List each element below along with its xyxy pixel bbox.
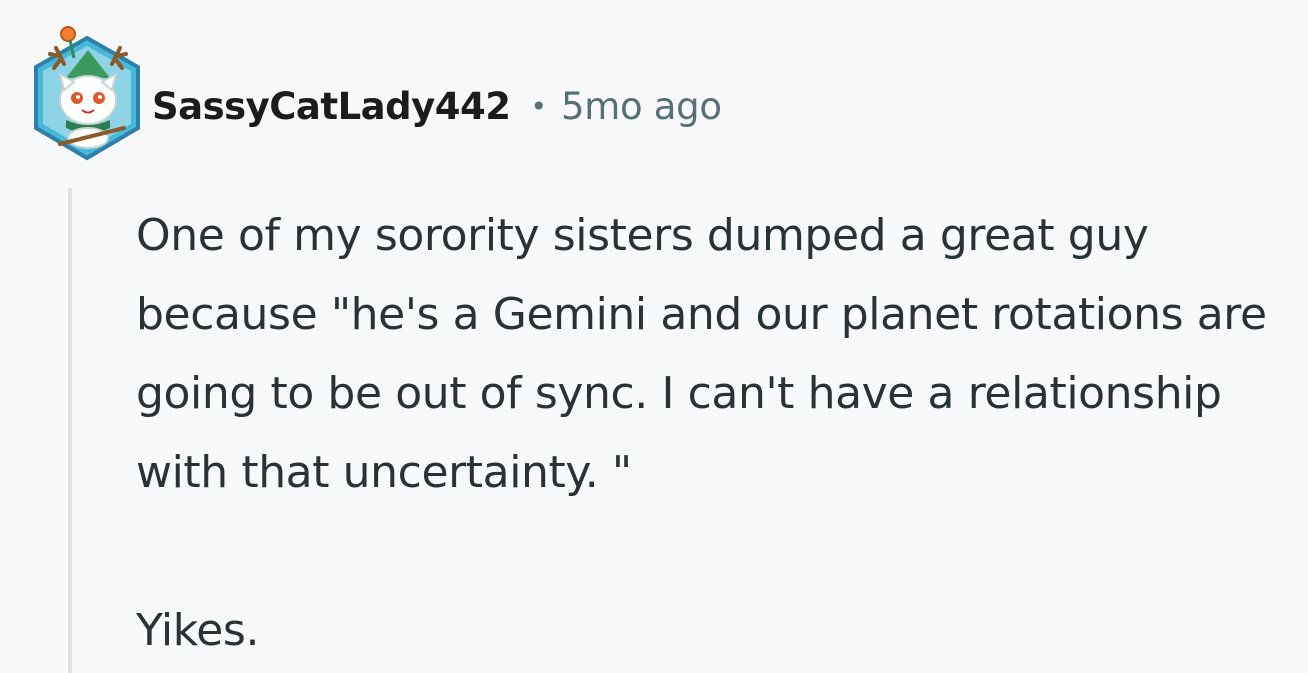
comment-body: One of my sorority sisters dumped a grea… (136, 196, 1296, 670)
thread-line[interactable] (68, 188, 72, 673)
comment-timestamp[interactable]: 5mo ago (561, 85, 722, 128)
user-avatar[interactable] (26, 20, 148, 166)
author-username[interactable]: SassyCatLady442 (152, 85, 511, 128)
comment-meta: SassyCatLady442 • 5mo ago (152, 80, 722, 132)
comment: SassyCatLady442 • 5mo ago One of my soro… (0, 0, 1308, 673)
comment-paragraph: Yikes. (136, 605, 260, 656)
comment-paragraph: One of my sorority sisters dumped a grea… (136, 210, 1267, 498)
meta-separator: • (530, 89, 547, 123)
cat-creature-avatar-icon (34, 26, 140, 161)
